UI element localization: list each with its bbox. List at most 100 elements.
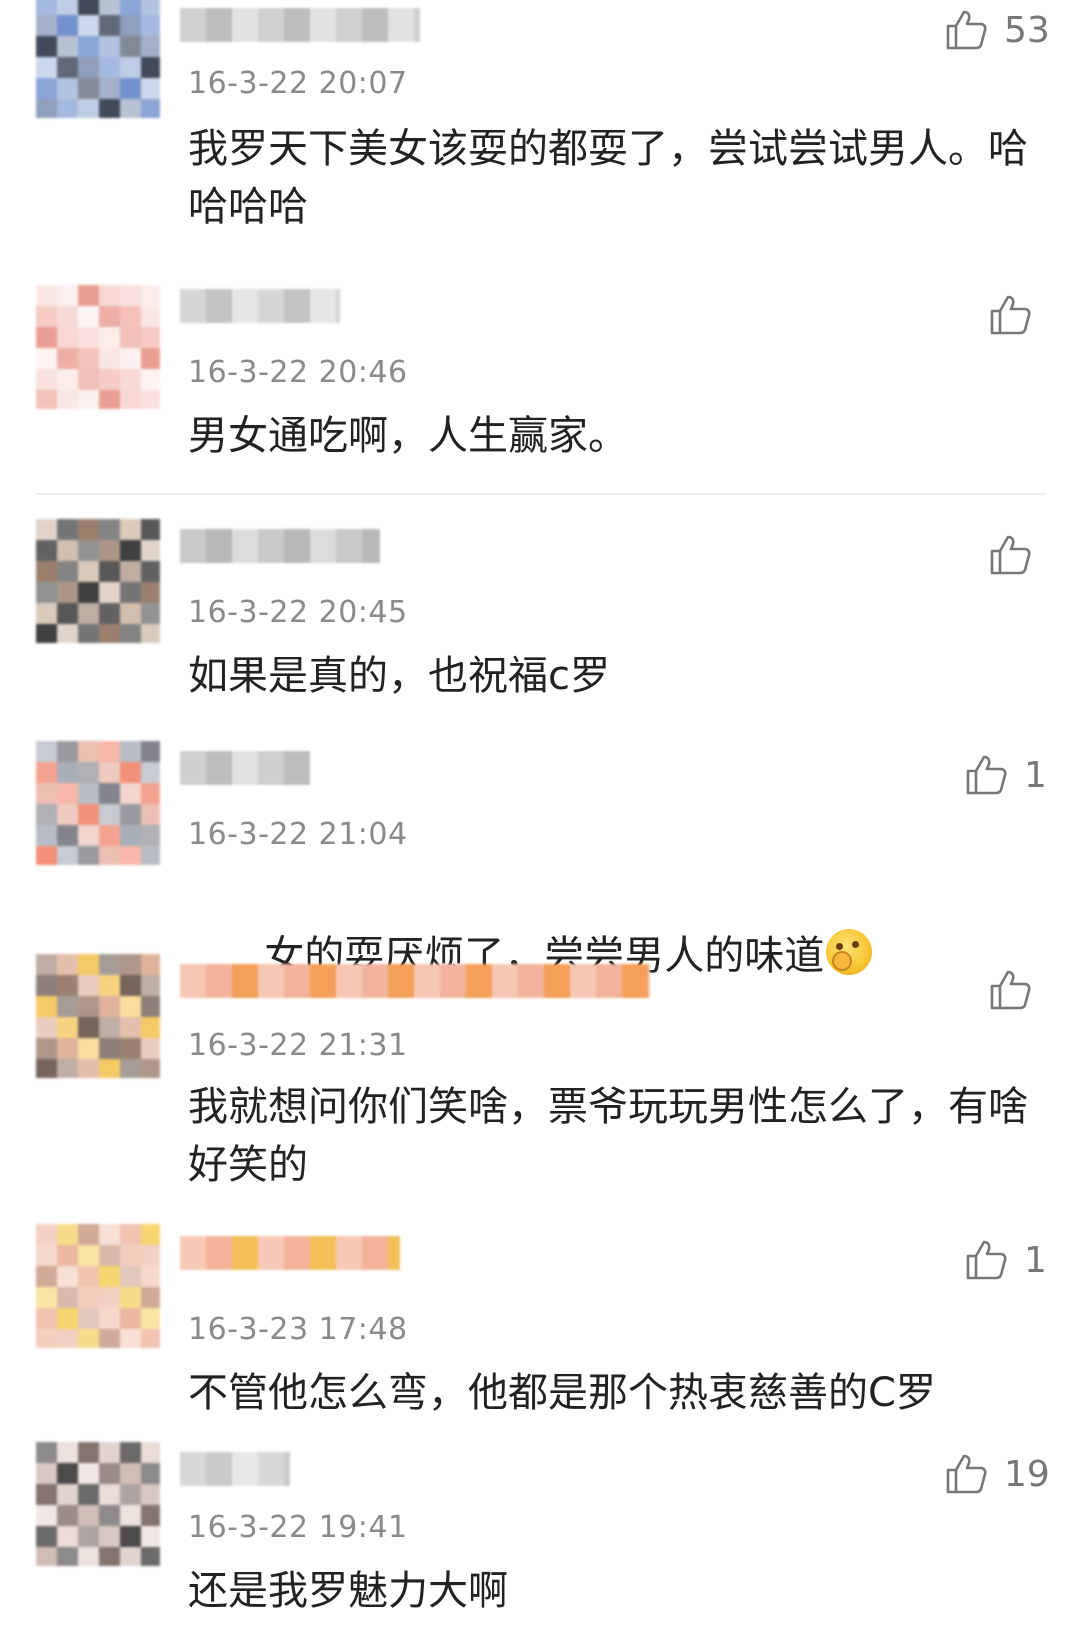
avatar-pixel (78, 1266, 99, 1287)
avatar-pixel (120, 1329, 141, 1348)
avatar-pixel (141, 582, 160, 603)
avatar[interactable] (36, 741, 160, 865)
avatar-pixel (57, 99, 78, 118)
avatar-pixel (99, 1442, 120, 1463)
name-blur-block (440, 964, 466, 998)
avatar-pixel (78, 1329, 99, 1348)
avatar-pixel (99, 1484, 120, 1505)
avatar-pixel (141, 996, 160, 1017)
like-button[interactable] (986, 529, 1048, 581)
name-blur-block (544, 964, 570, 998)
avatar-pixel (120, 954, 141, 975)
avatar-pixel (57, 348, 78, 369)
avatar-pixel (36, 846, 57, 865)
avatar-pixel (120, 846, 141, 865)
avatar-pixel (57, 1526, 78, 1547)
name-blur-block (232, 8, 258, 42)
name-blur-block (596, 964, 622, 998)
username-blurred[interactable] (180, 1448, 290, 1488)
avatar[interactable] (36, 0, 160, 118)
avatar-pixel (120, 762, 141, 783)
avatar-pixel (57, 15, 78, 36)
avatar-pixel (57, 1484, 78, 1505)
like-button[interactable]: 1 (962, 1234, 1047, 1286)
like-button[interactable] (986, 964, 1048, 1016)
avatar[interactable] (36, 954, 160, 1078)
like-button[interactable]: 19 (942, 1448, 1050, 1500)
avatar-pixel (141, 1484, 160, 1505)
avatar-pixel (141, 1224, 160, 1245)
avatar-pixel (141, 1059, 160, 1078)
avatar-pixel (78, 975, 99, 996)
avatar-pixel (78, 603, 99, 624)
thumbs-up-icon (966, 1240, 1007, 1280)
avatar-pixel (120, 825, 141, 846)
avatar-pixel (57, 846, 78, 865)
avatar-pixel (141, 741, 160, 762)
avatar-pixel (57, 1224, 78, 1245)
name-blur-block (310, 1236, 336, 1270)
avatar-pixel (120, 1266, 141, 1287)
avatar-pixel (78, 783, 99, 804)
username-blurred[interactable] (180, 1232, 400, 1272)
avatar-pixel (120, 1547, 141, 1566)
name-blur-block (336, 964, 362, 998)
avatar-pixel (36, 975, 57, 996)
avatar-pixel (36, 603, 57, 624)
username-blurred[interactable] (180, 525, 380, 565)
comment-timestamp: 16-3-23 17:48 (188, 1312, 408, 1347)
avatar-pixel (141, 78, 160, 99)
avatar-pixel (57, 1505, 78, 1526)
avatar-pixel (78, 348, 99, 369)
like-count: 1 (1024, 1239, 1047, 1281)
avatar-pixel (99, 954, 120, 975)
avatar-pixel (99, 762, 120, 783)
name-blur-block (362, 1236, 388, 1270)
name-blur-block (232, 751, 258, 785)
avatar-pixel (36, 285, 57, 306)
comment-text-wrap: 女的耍厌烦了，尝尝男人的味道 (188, 869, 1058, 1043)
avatar-pixel (120, 15, 141, 36)
avatar-pixel (141, 1329, 160, 1348)
avatar-pixel (36, 0, 57, 15)
avatar-pixel (120, 624, 141, 643)
comment-text: 男女通吃啊，人生赢家。 (188, 413, 628, 459)
avatar-pixel (141, 1547, 160, 1566)
avatar-pixel (120, 1245, 141, 1266)
avatar[interactable] (36, 1224, 160, 1348)
avatar-pixel (78, 1484, 99, 1505)
avatar-pixel (120, 306, 141, 327)
name-blur-block (258, 529, 284, 563)
thumbs-up-icon (966, 755, 1007, 795)
avatar[interactable] (36, 285, 160, 409)
username-blurred[interactable] (180, 4, 420, 44)
username-blurred[interactable] (180, 960, 650, 1000)
avatar-pixel (36, 1224, 57, 1245)
avatar-pixel (99, 1287, 120, 1308)
name-blur-block (206, 751, 232, 785)
avatar-pixel (78, 327, 99, 348)
avatar-pixel (36, 783, 57, 804)
avatar-pixel (78, 954, 99, 975)
avatar[interactable] (36, 1442, 160, 1566)
avatar-pixel (36, 1484, 57, 1505)
avatar-pixel (78, 561, 99, 582)
like-button[interactable]: 1 (962, 749, 1047, 801)
username-blurred[interactable] (180, 747, 310, 787)
name-blur-block (310, 8, 336, 42)
avatar-pixel (78, 0, 99, 15)
like-button[interactable]: 53 (942, 4, 1050, 56)
avatar-pixel (99, 783, 120, 804)
name-blur-block (180, 751, 206, 785)
avatar[interactable] (36, 519, 160, 643)
avatar-pixel (99, 57, 120, 78)
username-blurred[interactable] (180, 285, 340, 325)
name-blur-block (258, 964, 284, 998)
name-blur-block (336, 529, 362, 563)
avatar-pixel (78, 1442, 99, 1463)
avatar-pixel (78, 1547, 99, 1566)
like-button[interactable] (986, 289, 1048, 341)
avatar-pixel (141, 846, 160, 865)
avatar-pixel (141, 624, 160, 643)
avatar-pixel (141, 540, 160, 561)
